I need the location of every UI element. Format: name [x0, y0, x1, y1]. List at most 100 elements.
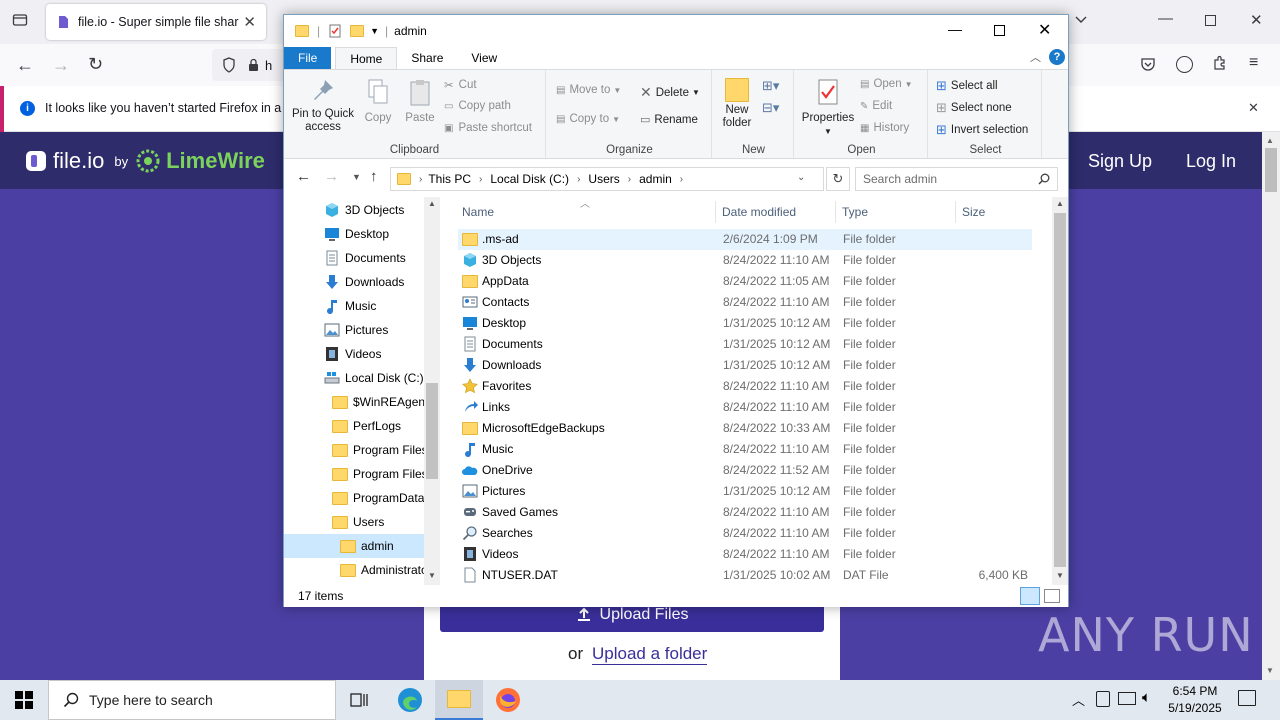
details-view-icon[interactable]	[1020, 587, 1040, 605]
nav-item[interactable]: Program Files	[284, 438, 424, 462]
edit-button[interactable]: ✎ Edit	[860, 100, 892, 112]
nav-item[interactable]: admin	[284, 534, 424, 558]
breadcrumb-chevron-icon[interactable]: ›	[577, 174, 580, 185]
list-tabs-icon[interactable]	[1074, 12, 1088, 30]
minimize-icon[interactable]: —	[1158, 10, 1173, 27]
sign-up-link[interactable]: Sign Up	[1088, 151, 1152, 172]
maximize-window-icon[interactable]	[994, 25, 1005, 36]
file-row[interactable]: Pictures 1/31/2025 10:12 AM File folder	[458, 481, 1032, 502]
file-row[interactable]: Desktop 1/31/2025 10:12 AM File folder	[458, 313, 1032, 334]
list-scroll-thumb[interactable]	[1054, 213, 1066, 567]
list-scrollbar[interactable]: ▲ ▼	[1052, 197, 1068, 585]
scroll-down-icon[interactable]: ▼	[1266, 666, 1274, 675]
breadcrumb-local-disk[interactable]: Local Disk (C:)	[490, 172, 569, 186]
tab-view[interactable]: View	[457, 47, 511, 69]
reload-icon[interactable]: ↻	[88, 54, 103, 75]
close-window-icon[interactable]: ✕	[1038, 20, 1051, 40]
refresh-icon[interactable]: ↻	[826, 167, 850, 191]
restore-icon[interactable]	[1205, 15, 1216, 26]
file-row[interactable]: Music 8/24/2022 11:10 AM File folder	[458, 439, 1032, 460]
properties-button[interactable]: Properties ▼	[800, 78, 856, 138]
breadcrumb-chevron-icon[interactable]: ›	[419, 174, 422, 185]
breadcrumb-users[interactable]: Users	[588, 172, 619, 186]
list-scroll-down-icon[interactable]: ▼	[1056, 571, 1064, 580]
rename-button[interactable]: ▭ Rename	[640, 113, 698, 127]
column-type[interactable]: Type	[836, 201, 956, 223]
qat-dropdown-icon[interactable]: ▼	[370, 26, 379, 36]
network-icon[interactable]	[1118, 692, 1136, 705]
nav-item[interactable]: Videos	[284, 342, 424, 366]
nav-item[interactable]: Administrator	[284, 558, 424, 582]
file-row[interactable]: Saved Games 8/24/2022 11:10 AM File folder	[458, 502, 1032, 523]
tab-overview-icon[interactable]	[12, 12, 28, 32]
paste-shortcut-button[interactable]: ▣ Paste shortcut	[444, 122, 532, 134]
breadcrumb-this-pc[interactable]: This PC	[428, 172, 471, 186]
nav-item[interactable]: PerfLogs	[284, 414, 424, 438]
file-row[interactable]: OneDrive 8/24/2022 11:52 AM File folder	[458, 460, 1032, 481]
nav-item[interactable]: Documents	[284, 246, 424, 270]
copy-path-button[interactable]: ▭ Copy path	[444, 100, 511, 112]
back-nav-icon[interactable]: ←	[296, 168, 311, 185]
tab-home[interactable]: Home	[335, 47, 398, 69]
lock-icon[interactable]	[248, 58, 259, 72]
copy-to-button[interactable]: ▤ Copy to ▼	[556, 113, 620, 125]
nav-item[interactable]: 3D Objects	[284, 198, 424, 222]
nav-item[interactable]: Desktop	[284, 222, 424, 246]
close-notification-icon[interactable]: ✕	[1248, 100, 1259, 116]
tab-share[interactable]: Share	[397, 47, 457, 69]
nav-item[interactable]: Users	[284, 510, 424, 534]
large-icons-view-icon[interactable]	[1044, 589, 1060, 603]
nav-item[interactable]: Downloads	[284, 270, 424, 294]
file-row[interactable]: .ms-ad 2/6/2024 1:09 PM File folder	[458, 229, 1032, 250]
file-row[interactable]: Contacts 8/24/2022 11:10 AM File folder	[458, 292, 1032, 313]
nav-scrollbar[interactable]: ▲ ▼	[424, 197, 440, 585]
nav-scroll-down-icon[interactable]: ▼	[428, 571, 436, 580]
open-button[interactable]: ▤ Open ▼	[860, 78, 913, 90]
edge-taskbar-button[interactable]	[386, 680, 434, 720]
page-scroll-thumb[interactable]	[1265, 148, 1277, 192]
tab-file[interactable]: File	[284, 47, 332, 69]
copy-button[interactable]: Copy	[358, 78, 398, 125]
url-bar[interactable]: h	[212, 49, 292, 81]
breadcrumb-chevron-icon[interactable]: ›	[680, 174, 683, 185]
extensions-icon[interactable]	[1212, 55, 1228, 75]
pocket-icon[interactable]	[1140, 56, 1156, 76]
nav-item[interactable]: Local Disk (C:)	[284, 366, 424, 390]
paste-button[interactable]: Paste	[400, 78, 440, 125]
new-folder-qat-icon[interactable]	[350, 25, 365, 37]
upload-folder-link[interactable]: Upload a folder	[592, 644, 708, 665]
taskbar-search[interactable]: Type here to search	[48, 680, 336, 720]
nav-item[interactable]: Pictures	[284, 318, 424, 342]
forward-nav-icon[interactable]: →	[324, 168, 339, 185]
start-button[interactable]	[0, 680, 48, 720]
forward-icon[interactable]: →	[52, 55, 70, 76]
close-tab-icon[interactable]: ✕	[243, 13, 256, 31]
search-box[interactable]: Search admin	[855, 167, 1058, 191]
file-row[interactable]: Links 8/24/2022 11:10 AM File folder	[458, 397, 1032, 418]
address-bar[interactable]: › This PC › Local Disk (C:) › Users › ad…	[390, 167, 824, 191]
pin-quick-access-button[interactable]: Pin to Quick access	[290, 78, 356, 134]
nav-scroll-thumb[interactable]	[426, 383, 438, 479]
system-clock[interactable]: 6:54 PM 5/19/2025	[1160, 683, 1230, 717]
file-row[interactable]: MicrosoftEdgeBackups 8/24/2022 10:33 AM Fi…	[458, 418, 1032, 439]
notifications-icon[interactable]	[1238, 690, 1256, 706]
column-name[interactable]: Name	[456, 201, 716, 223]
breadcrumb-chevron-icon[interactable]: ›	[628, 174, 631, 185]
breadcrumb-admin[interactable]: admin	[639, 172, 672, 186]
column-date-modified[interactable]: Date modified	[716, 201, 836, 223]
file-row[interactable]: Downloads 1/31/2025 10:12 AM File folder	[458, 355, 1032, 376]
select-all-button[interactable]: ⊞ Select all	[936, 78, 998, 94]
collapse-ribbon-icon[interactable]: ︿	[1030, 49, 1041, 65]
shield-icon[interactable]	[222, 57, 236, 73]
new-item-icon[interactable]: ⊞▾	[762, 78, 779, 94]
nav-item[interactable]: $WinREAgent	[284, 390, 424, 414]
cut-button[interactable]: ✂ Cut	[444, 78, 477, 92]
log-in-link[interactable]: Log In	[1186, 151, 1236, 172]
page-scrollbar[interactable]: ▲ ▼	[1262, 132, 1280, 680]
list-scroll-up-icon[interactable]: ▲	[1056, 199, 1064, 208]
file-row[interactable]: Favorites 8/24/2022 11:10 AM File folder	[458, 376, 1032, 397]
file-row[interactable]: Searches 8/24/2022 11:10 AM File folder	[458, 523, 1032, 544]
invert-selection-button[interactable]: ⊞ Invert selection	[936, 122, 1028, 138]
nav-item[interactable]: Music	[284, 294, 424, 318]
minimize-window-icon[interactable]: —	[948, 21, 962, 37]
